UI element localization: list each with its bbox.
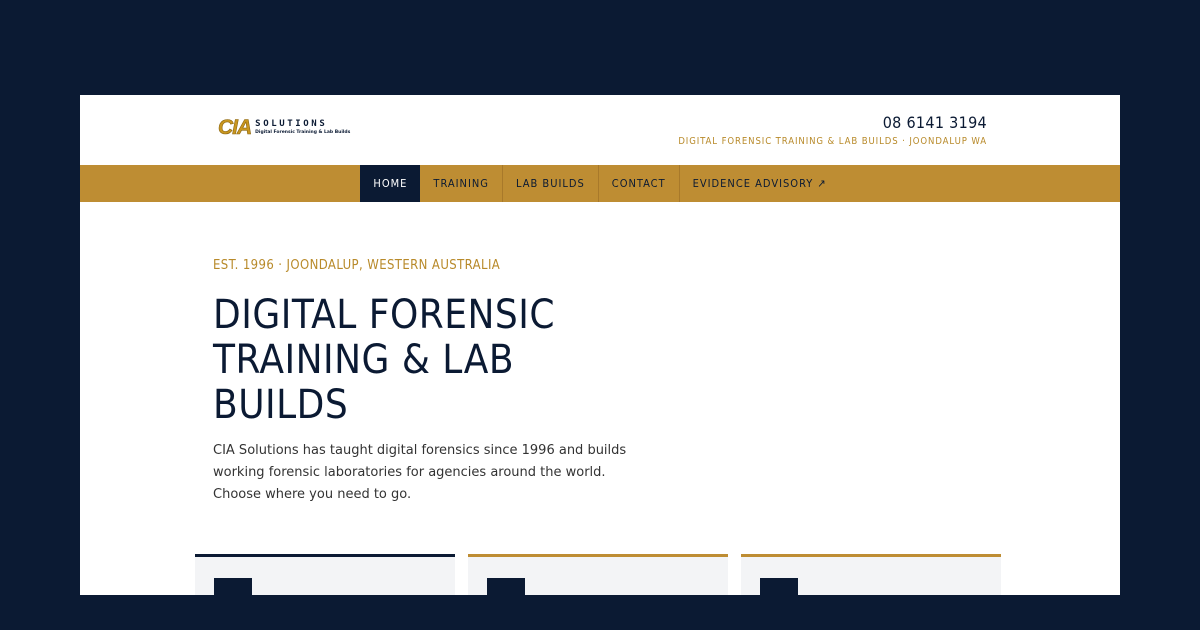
card-row: ✕ ▬ ▭ — [195, 554, 1001, 595]
page-frame: CIA SOLUTIONS Digital Forensic Training … — [80, 95, 1120, 595]
nav-item-evidence-advisory[interactable]: EVIDENCE ADVISORY ↗ — [680, 165, 840, 202]
external-link-icon: ↗ — [817, 177, 827, 190]
logo-mark: CIA — [218, 116, 253, 139]
nav-item-label: LAB BUILDS — [515, 177, 585, 190]
nav-item-contact[interactable]: CONTACT — [599, 165, 680, 202]
nav-item-label: CONTACT — [611, 177, 666, 190]
nav-item-lab-builds[interactable]: LAB BUILDS — [503, 165, 599, 202]
logo-name: SOLUTIONS — [255, 118, 328, 129]
card[interactable]: ✕ — [195, 554, 455, 595]
card[interactable]: ▭ — [741, 554, 1001, 595]
header-tagline: DIGITAL FORENSIC TRAINING & LAB BUILDS ·… — [678, 136, 987, 147]
header-contact: 08 6141 3194 DIGITAL FORENSIC TRAINING &… — [678, 113, 987, 147]
nav-item-label: EVIDENCE ADVISORY — [692, 177, 814, 190]
logo-tagline: Digital Forensic Training & Lab Builds — [255, 129, 351, 135]
site-header: CIA SOLUTIONS Digital Forensic Training … — [80, 95, 1120, 165]
nav-item-home[interactable]: HOME — [360, 165, 421, 202]
hero-description: CIA Solutions has taught digital forensi… — [213, 443, 627, 502]
phone-number[interactable]: 08 6141 3194 — [678, 113, 987, 132]
page-title: DIGITAL FORENSIC TRAINING & LAB BUILDS — [213, 292, 556, 428]
logo[interactable]: CIA SOLUTIONS Digital Forensic Training … — [218, 116, 351, 139]
nav-item-label: TRAINING — [433, 177, 489, 190]
nav-item-label: HOME — [373, 177, 408, 190]
box-icon: ▭ — [760, 578, 798, 595]
main-nav: HOME TRAINING LAB BUILDS CONTACT EVIDENC… — [80, 165, 1120, 202]
card[interactable]: ▬ — [468, 554, 728, 595]
hero-eyebrow: EST. 1996 · JOONDALUP, WESTERN AUSTRALIA — [213, 258, 501, 273]
hero: EST. 1996 · JOONDALUP, WESTERN AUSTRALIA… — [213, 258, 653, 519]
close-icon: ✕ — [214, 578, 252, 595]
nav-item-training[interactable]: TRAINING — [420, 165, 503, 202]
logo-wordmark: SOLUTIONS Digital Forensic Training & La… — [255, 118, 351, 136]
document-icon: ▬ — [487, 578, 525, 595]
